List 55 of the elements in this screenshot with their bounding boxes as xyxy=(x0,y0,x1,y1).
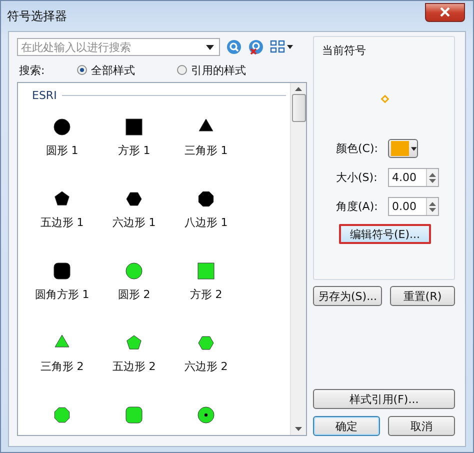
symbol-name: 圆角方形 1 xyxy=(34,287,90,302)
scroll-thumb[interactable] xyxy=(292,94,306,122)
octagon-symbol-icon[interactable] xyxy=(52,405,72,425)
angle-label: 角度(A): xyxy=(336,199,379,214)
size-field[interactable]: 4.00 xyxy=(388,168,439,187)
hexagon-symbol-icon[interactable] xyxy=(196,333,216,353)
ok-button[interactable]: 确定 xyxy=(313,416,380,436)
search-field[interactable]: 在此处输入以进行搜索 xyxy=(17,38,220,56)
scroll-up-icon[interactable] xyxy=(295,87,302,91)
square-symbol-icon[interactable] xyxy=(124,117,144,137)
circle-dot-symbol-icon[interactable] xyxy=(196,405,216,425)
search-icon[interactable] xyxy=(226,39,242,55)
group-heading: ESRI xyxy=(32,88,57,102)
symbol-name: 三角形 1 xyxy=(184,143,228,158)
symbol-name: 圆形 2 xyxy=(118,287,150,302)
symbol-name: 方形 1 xyxy=(118,143,150,158)
save-button[interactable]: 另存为(S)... xyxy=(313,286,382,306)
symbol-name: 三角形 2 xyxy=(40,359,84,374)
cancel-button[interactable]: 取消 xyxy=(388,416,455,436)
spin-up-icon[interactable] xyxy=(429,202,436,206)
color-picker[interactable] xyxy=(388,139,418,158)
rounded-square-symbol-icon[interactable] xyxy=(52,261,72,281)
panel-title: 当前符号 xyxy=(322,43,367,58)
symbol-name: 八边形 1 xyxy=(184,215,228,230)
symbol-name: 六边形 1 xyxy=(112,215,156,230)
spin-down-icon[interactable] xyxy=(429,178,436,182)
symbol-name: 五边形 1 xyxy=(40,215,84,230)
spin-down-icon[interactable] xyxy=(429,208,436,212)
close-button[interactable] xyxy=(425,2,465,22)
circle-symbol-icon[interactable] xyxy=(124,261,144,281)
edit-symbol-button[interactable]: 编辑符号(E)... xyxy=(339,224,431,244)
scope-radio[interactable]: 引用的样式 xyxy=(177,62,277,78)
close-icon xyxy=(439,7,451,17)
size-label: 大小(S): xyxy=(336,170,378,185)
color-label: 颜色(C): xyxy=(336,141,379,156)
symbol-name: 五边形 2 xyxy=(112,359,156,374)
symbol-name: 六边形 2 xyxy=(184,359,228,374)
octagon-symbol-icon[interactable] xyxy=(196,189,216,209)
window-title: 符号选择器 xyxy=(7,8,67,24)
dropdown-icon xyxy=(206,44,214,50)
symbol-name: 圆形 1 xyxy=(46,143,78,158)
circle-symbol-icon[interactable] xyxy=(52,117,72,137)
scrollbar[interactable] xyxy=(290,83,306,435)
hexagon-symbol-icon[interactable] xyxy=(124,189,144,209)
view-options-icon[interactable] xyxy=(270,39,294,55)
symbol-name: 方形 2 xyxy=(190,287,222,302)
style-references-button[interactable]: 样式引用(F)... xyxy=(313,389,455,409)
angle-field[interactable]: 0.00 xyxy=(388,197,439,216)
scope-radio[interactable]: 全部样式 xyxy=(77,62,177,78)
clear-search-icon[interactable] xyxy=(248,39,264,55)
reset-button[interactable]: 重置(R) xyxy=(390,286,455,306)
search-scope-label: 搜索: xyxy=(18,62,46,78)
spin-up-icon[interactable] xyxy=(429,172,436,176)
scroll-down-icon[interactable] xyxy=(295,427,302,431)
dropdown-icon xyxy=(411,146,417,150)
